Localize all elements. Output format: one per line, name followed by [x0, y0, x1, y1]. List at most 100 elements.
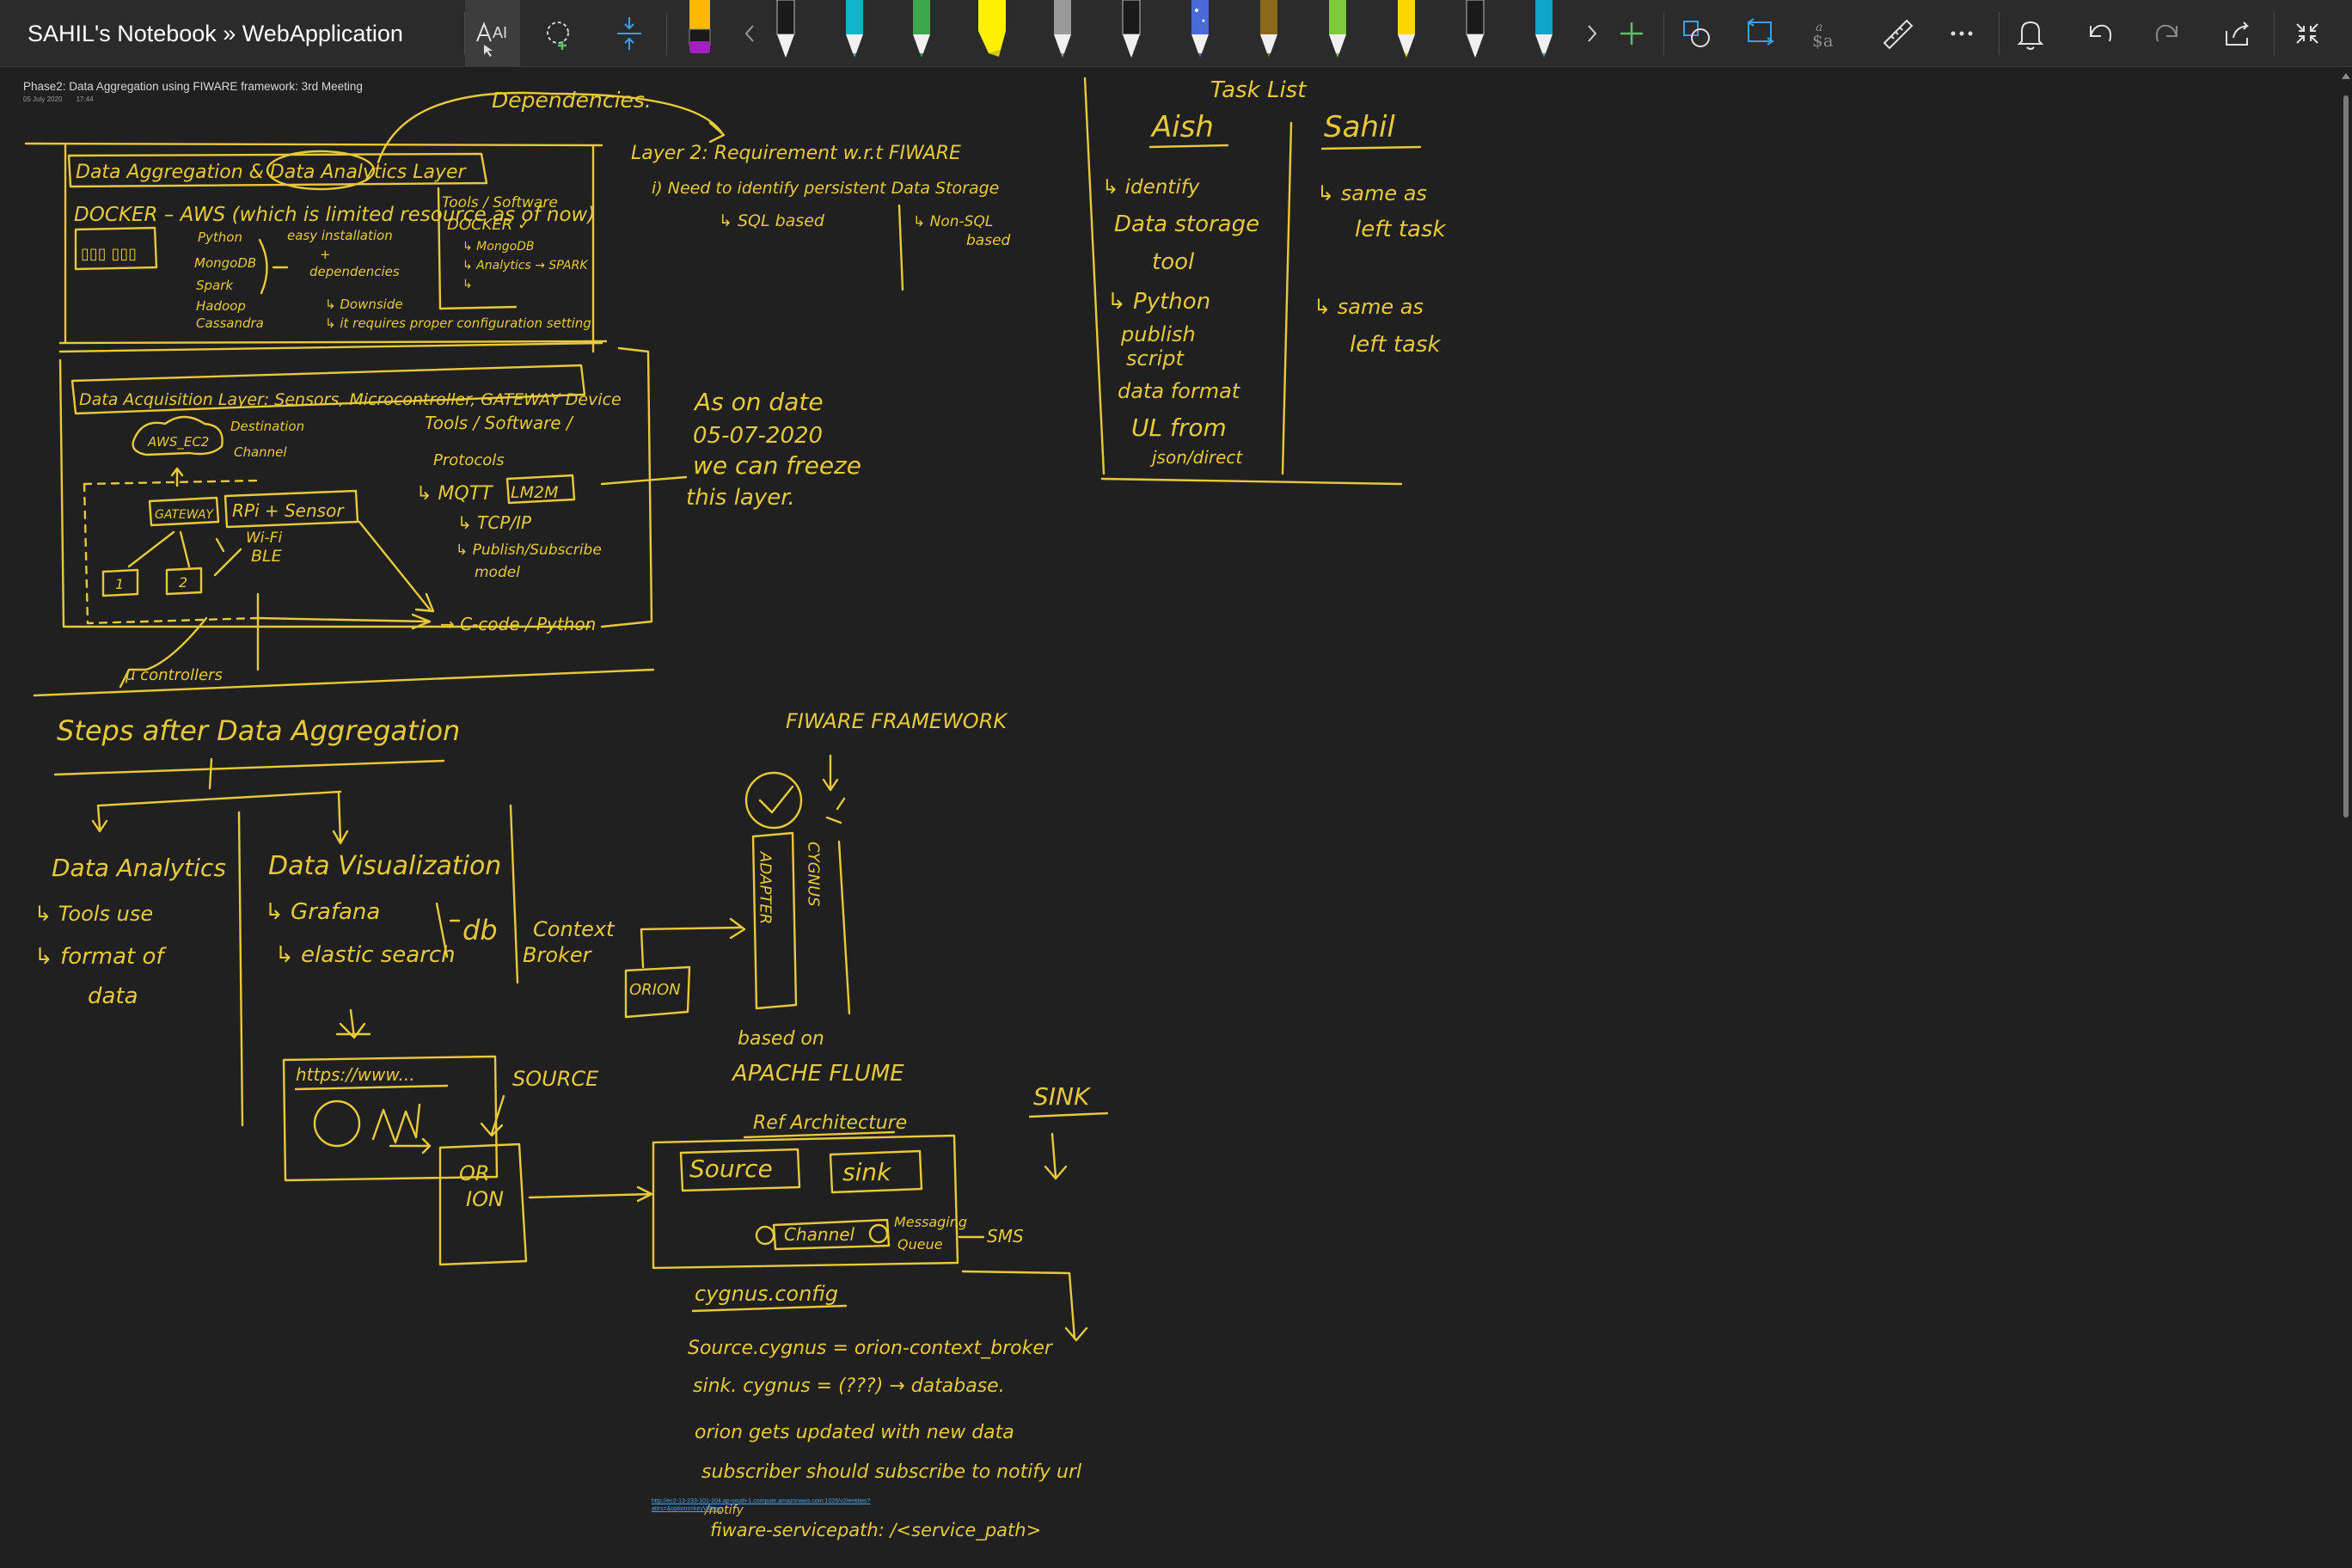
pen-white-3[interactable]: [1448, 0, 1503, 67]
sahil-task-2: ↳ same as: [1314, 295, 1424, 319]
protocols-2: ↳ MQTT: [416, 483, 493, 505]
docker-list-4: Cassandra: [196, 315, 264, 331]
add-space-icon: [617, 17, 641, 50]
sink-label: SINK: [1033, 1082, 1092, 1111]
flume-source-label: Source: [689, 1155, 773, 1183]
fiware-framework-title: FIWARE FRAMEWORK: [786, 709, 1008, 733]
fiware-arrows: [822, 754, 846, 824]
layer2-based: based: [966, 232, 1011, 249]
sahil-task-3: left task: [1350, 332, 1442, 358]
protocols-5: ↳ Publish/Subscribe: [456, 542, 602, 559]
collapse-icon: [2296, 23, 2318, 44]
as-on-date-0: As on date: [693, 388, 824, 416]
shapes-icon: [1683, 21, 1710, 47]
lasso-select-button[interactable]: [533, 0, 588, 67]
share-button[interactable]: [2209, 0, 2264, 67]
highlighter-yellow[interactable]: [965, 0, 1020, 67]
undo-icon: [2090, 24, 2112, 42]
pen-brown[interactable]: [1241, 0, 1296, 67]
channel-label: Channel: [234, 444, 287, 460]
task-list-title: Task List: [1210, 77, 1307, 103]
ink-to-shape-button[interactable]: [1733, 0, 1788, 67]
messaging-queue-1: Queue: [897, 1236, 943, 1253]
scroll-up-icon[interactable]: [2342, 73, 2350, 79]
redo-button[interactable]: [2141, 0, 2196, 67]
highlighter-icon: [978, 0, 1006, 57]
plus-icon: [1620, 22, 1643, 45]
aish-header: Aish: [1150, 110, 1214, 144]
pen-yellow[interactable]: [1379, 0, 1434, 67]
chart-circle: [313, 1099, 361, 1148]
messaging-queue-0: Messaging: [894, 1214, 967, 1230]
gateway-label: GATEWAY: [155, 508, 215, 522]
shapes-button[interactable]: [1668, 0, 1723, 67]
pen-icon: [1054, 0, 1071, 58]
ruler-button[interactable]: [1869, 0, 1924, 67]
more-button[interactable]: [1934, 0, 1989, 67]
handwritten-ink: Data Aggregation & Data Analytics Layer …: [24, 77, 1447, 1541]
ink-to-math-button[interactable]: a $a: [1800, 0, 1855, 67]
pen-gray[interactable]: [1035, 0, 1090, 67]
notify-url-link[interactable]: http://ec2-13-233-101-204.ap-south-1.com…: [652, 1498, 927, 1513]
docker-install-1: +: [320, 247, 331, 262]
ble-label: BLE: [251, 547, 282, 566]
pen-icon: [1535, 0, 1553, 58]
aish-task-8: json/direct: [1149, 447, 1243, 468]
svg-text:AI: AI: [493, 24, 507, 41]
pen-lime[interactable]: [1310, 0, 1365, 67]
chart-line: [371, 1103, 432, 1155]
down-arrow: [335, 1008, 371, 1039]
as-on-date-2: we can freeze: [693, 451, 861, 480]
docker-down-1: ↳ it requires proper configuration setti…: [325, 315, 591, 331]
docker-install-2: dependencies: [309, 264, 400, 279]
protocols-6: model: [475, 564, 520, 581]
channel-right-node: [868, 1223, 889, 1244]
flume-channel-label: Channel: [784, 1224, 855, 1245]
sink-arrow: [1028, 1112, 1109, 1180]
ink-to-shape-icon: [1747, 18, 1774, 46]
wifi-label: Wi-Fi: [246, 530, 282, 547]
divider-stroke: [24, 142, 603, 147]
orion-to-flume-arrow: [528, 1185, 653, 1203]
tools-2: ↳ MongoDB: [462, 240, 535, 254]
undo-button[interactable]: [2072, 0, 2127, 67]
vertical-scrollbar[interactable]: [2340, 68, 2352, 1568]
pen-black-purple[interactable]: [672, 0, 727, 67]
pen-green[interactable]: [894, 0, 949, 67]
pen-icon: [1122, 0, 1141, 58]
pen-galaxy[interactable]: [1173, 0, 1228, 67]
pen-white-2[interactable]: [1104, 0, 1159, 67]
pen-white[interactable]: [758, 0, 813, 67]
orion-box-0: OR: [459, 1161, 490, 1185]
add-space-button[interactable]: [602, 0, 657, 67]
viz-bracket: [509, 804, 519, 984]
pen-teal[interactable]: [827, 0, 882, 67]
flume-sink-label: sink: [842, 1158, 892, 1186]
window-title: SAHIL's Notebook » WebApplication: [28, 21, 403, 46]
analytics-3: data: [88, 983, 138, 1009]
redo-icon: [2155, 24, 2177, 42]
toolbar-separator: [2274, 12, 2275, 55]
layer2-stroke: [897, 204, 904, 291]
toolbar-separator: [666, 12, 667, 55]
pen-icon: [913, 0, 930, 58]
cygnus-config-underline: [691, 1304, 848, 1313]
aws-ec2-label: AWS_EC2: [147, 434, 209, 450]
pen-icon: [1329, 0, 1346, 58]
acquisition-title: Data Acquisition Layer: Sensors, Microco…: [79, 390, 622, 409]
collapse-button[interactable]: [2280, 0, 2335, 67]
node-2: 2: [179, 574, 187, 591]
steps-title: Steps after Data Aggregation: [57, 714, 460, 747]
docker-list-1: MongoDB: [194, 255, 256, 271]
config-line-1: sink. cygnus = (???) → database.: [693, 1375, 1005, 1397]
ink-to-text-button[interactable]: AI: [465, 0, 520, 67]
notifications-button[interactable]: [2003, 0, 2058, 67]
aish-task-6: data format: [1118, 379, 1241, 403]
add-pen-button[interactable]: [1604, 0, 1659, 67]
check-mark: [758, 785, 794, 814]
layer-title: Data Aggregation & Data Analytics Layer: [76, 162, 468, 183]
pen-cyan[interactable]: [1516, 0, 1571, 67]
note-canvas[interactable]: Phase2: Data Aggregation using FIWARE fr…: [0, 68, 2352, 1568]
scroll-thumb[interactable]: [2343, 95, 2349, 818]
cygnus-label: CYGNUS: [805, 842, 823, 907]
